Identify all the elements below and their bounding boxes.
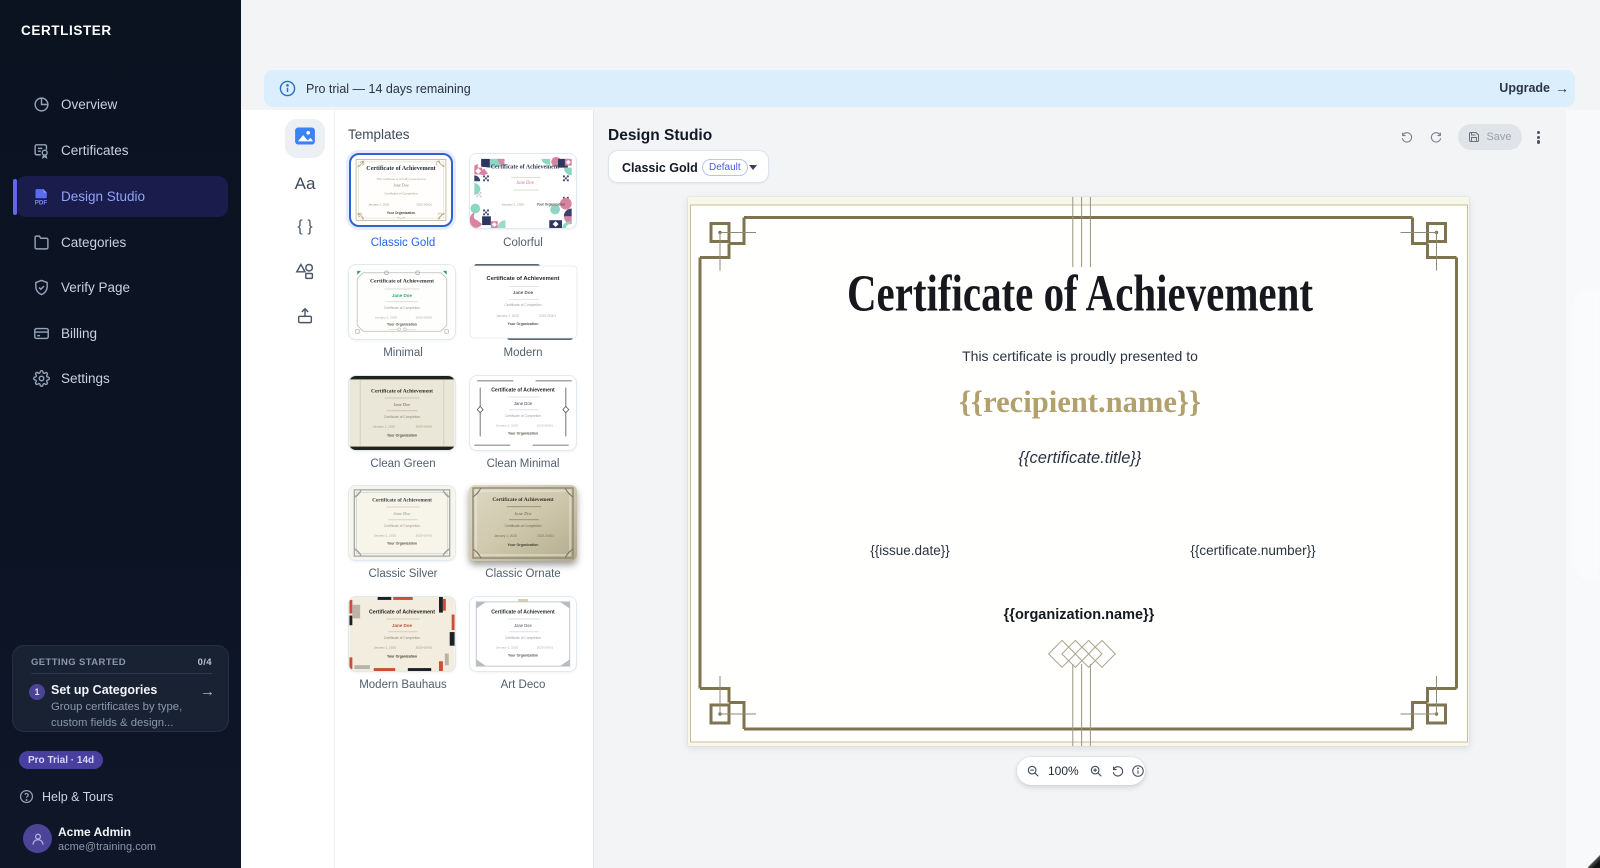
svg-text:Certificate of Completion: Certificate of Completion bbox=[384, 636, 420, 640]
svg-text:2025-00001: 2025-00001 bbox=[416, 534, 433, 538]
svg-text:Certificate of Completion: Certificate of Completion bbox=[504, 303, 541, 307]
svg-text:January 1, 2025: January 1, 2025 bbox=[373, 425, 396, 429]
svg-text:January 1, 2025: January 1, 2025 bbox=[375, 316, 398, 320]
svg-text:Certificate of Completion: Certificate of Completion bbox=[384, 192, 418, 196]
svg-text:Certificate of Completion: Certificate of Completion bbox=[505, 414, 541, 418]
svg-text:Jane Doe: Jane Doe bbox=[513, 290, 534, 295]
svg-text:Your Organization: Your Organization bbox=[508, 322, 539, 326]
svg-text:January 1, 2025: January 1, 2025 bbox=[496, 646, 519, 650]
svg-text:Jane Doe: Jane Doe bbox=[516, 181, 534, 186]
svg-text:{{certificate.title}}: {{certificate.title}} bbox=[1019, 449, 1142, 467]
svg-text:Your Organization: Your Organization bbox=[387, 433, 417, 437]
svg-text:Your Organization: Your Organization bbox=[508, 543, 539, 547]
svg-text:Jane Doe: Jane Doe bbox=[394, 511, 411, 516]
svg-text:Certificate of Achievement: Certificate of Achievement bbox=[491, 610, 555, 616]
svg-text:Your Organization: Your Organization bbox=[387, 541, 417, 545]
svg-text:Certificate of Achievement: Certificate of Achievement bbox=[369, 610, 435, 616]
svg-text:Jane Doe: Jane Doe bbox=[514, 623, 532, 628]
svg-text:January 1, 2025: January 1, 2025 bbox=[496, 314, 519, 318]
svg-text:January 1, 2025: January 1, 2025 bbox=[494, 534, 517, 538]
svg-text:2025-00001: 2025-00001 bbox=[416, 203, 432, 207]
svg-text:Jane Doe: Jane Doe bbox=[394, 402, 411, 407]
svg-text:Certificate of Achievement: Certificate of Achievement bbox=[492, 497, 554, 503]
svg-text:January 1, 2025: January 1, 2025 bbox=[496, 424, 519, 428]
svg-text:Your Organization: Your Organization bbox=[387, 322, 417, 326]
svg-text:2025-00001: 2025-00001 bbox=[537, 424, 554, 428]
svg-text:This certificate is proudly pr: This certificate is proudly presented to bbox=[962, 348, 1198, 364]
svg-text:Your Organization: Your Organization bbox=[537, 203, 565, 207]
svg-text:Jane Doe: Jane Doe bbox=[393, 182, 409, 187]
svg-text:January 1, 2025: January 1, 2025 bbox=[374, 646, 397, 650]
svg-text:Jane Doe: Jane Doe bbox=[514, 401, 533, 406]
svg-text:2025-00001: 2025-00001 bbox=[537, 534, 554, 538]
svg-text:Certificate of Completion: Certificate of Completion bbox=[384, 306, 420, 310]
svg-text:Certificate of Achievement: Certificate of Achievement bbox=[847, 266, 1314, 323]
svg-text:Your Organization: Your Organization bbox=[508, 431, 538, 435]
svg-text:{{recipient.name}}: {{recipient.name}} bbox=[959, 384, 1201, 419]
svg-text:Your Organization: Your Organization bbox=[387, 211, 416, 215]
svg-text:2025-00001: 2025-00001 bbox=[416, 316, 433, 320]
svg-text:Certificate of Completion: Certificate of Completion bbox=[504, 524, 541, 528]
svg-text:Certificate of Completion: Certificate of Completion bbox=[384, 524, 420, 528]
svg-text:This certificate is proudly pr: This certificate is proudly presented to bbox=[376, 177, 426, 181]
svg-text:{{organization.name}}: {{organization.name}} bbox=[1004, 607, 1155, 623]
svg-text:Certificate of Achievement: Certificate of Achievement bbox=[371, 389, 433, 395]
svg-text:{{issue.date}}: {{issue.date}} bbox=[870, 543, 950, 558]
svg-text:Certificate of Completion: Certificate of Completion bbox=[384, 415, 420, 419]
svg-text:PDF: PDF bbox=[35, 199, 48, 205]
svg-text:Certificate of Achievement: Certificate of Achievement bbox=[366, 166, 435, 172]
svg-text:Jane Doe: Jane Doe bbox=[392, 293, 412, 298]
svg-text:Certificate of Achievement: Certificate of Achievement bbox=[372, 498, 432, 504]
svg-text:2025-00001: 2025-00001 bbox=[539, 314, 556, 318]
svg-text:Certificate of Completion: Certificate of Completion bbox=[505, 636, 541, 640]
svg-text:Certificate of Achievement: Certificate of Achievement bbox=[491, 388, 555, 394]
svg-text:Certificate of Achievement: Certificate of Achievement bbox=[491, 165, 559, 171]
svg-text:Jane Doe: Jane Doe bbox=[392, 623, 412, 628]
svg-text:2025-00001: 2025-00001 bbox=[537, 646, 554, 650]
svg-text:Your Organization: Your Organization bbox=[387, 654, 417, 658]
svg-text:{{certificate.number}}: {{certificate.number}} bbox=[1190, 543, 1316, 558]
svg-text:2025-00001: 2025-00001 bbox=[416, 425, 433, 429]
svg-text:January 1, 2025: January 1, 2025 bbox=[502, 203, 525, 207]
svg-text:2025-00001: 2025-00001 bbox=[416, 646, 433, 650]
svg-text:Your Organization: Your Organization bbox=[508, 653, 538, 657]
svg-text:Certificate of Achievement: Certificate of Achievement bbox=[487, 276, 560, 282]
svg-text:Certificate of Achievement: Certificate of Achievement bbox=[370, 279, 434, 285]
svg-text:January 1, 2025: January 1, 2025 bbox=[368, 203, 389, 207]
svg-text:Jane Doe: Jane Doe bbox=[514, 511, 531, 516]
svg-text:January 1, 2025: January 1, 2025 bbox=[374, 534, 397, 538]
